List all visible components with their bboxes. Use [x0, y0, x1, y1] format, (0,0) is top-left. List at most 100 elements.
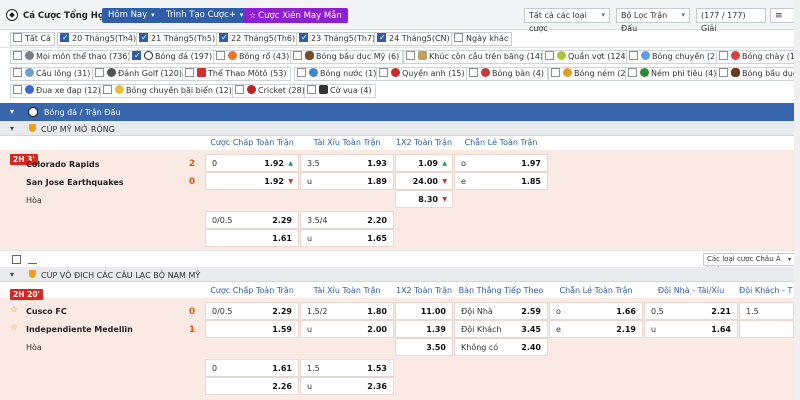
top-header: Cá Cược Tổng Hợp Hôm Nay ▾ Trình Tạo Cược… [0, 0, 800, 33]
date-chip-21[interactable]: 21 Tháng5(Th5) [136, 32, 220, 46]
checkbox-checked-icon [139, 32, 148, 44]
date-chip-all[interactable]: Tất Cả [10, 32, 55, 46]
odds-cell[interactable]: 0.5 2.21 [644, 302, 738, 320]
grid-view-icon[interactable] [12, 255, 21, 264]
odds-cell[interactable]: 3.5 1.93 [300, 154, 394, 172]
golf-icon [107, 68, 116, 77]
sport-chip-rugby[interactable]: Bóng bầu dục (2) [716, 67, 800, 81]
odds-cell[interactable]: Đội Nhà 2.59 [454, 302, 548, 320]
checkbox-icon [628, 68, 637, 77]
sport-chip-cricket[interactable]: Cricket (28) [232, 84, 309, 98]
checkbox-icon [185, 68, 194, 77]
odds-cell[interactable] [739, 320, 794, 338]
sport-chip-boxing[interactable]: Quyền anh (15) [376, 67, 469, 81]
beach-volleyball-icon [115, 85, 124, 94]
sport-chip-table-tennis[interactable]: Bóng bàn (4) [466, 67, 548, 81]
odds-cell[interactable]: 1.59 [205, 320, 299, 338]
vertical-scrollbar[interactable] [794, 0, 800, 400]
odds-cell[interactable]: u 1.89 [300, 172, 394, 190]
odds-cell[interactable]: o 1.66 [549, 302, 643, 320]
odds-cell[interactable]: u 2.00 [300, 320, 394, 338]
sport-chip-all[interactable]: Mọi môn thể thao (736) [10, 50, 135, 64]
sport-chip-baseball[interactable]: Bóng chày (16) [716, 50, 800, 64]
odds-cell[interactable]: 1.92 ▼ [205, 172, 299, 190]
odds-up-icon: ▲ [442, 160, 447, 167]
tab-bet-builder[interactable]: Trình Tạo Cược+ ▾ [160, 8, 250, 23]
odds-cell[interactable]: 2.26 [205, 377, 299, 395]
odds-cell[interactable]: 8.30 ▼ [395, 190, 453, 208]
sport-filter-row: Đua xe đạp (12) Bóng chuyền bãi biển (12… [0, 83, 800, 100]
league-header[interactable]: ▾ CÚP VÔ ĐỊCH CÁC CÂU LẠC BỘ NAM MỸ [0, 267, 800, 282]
odds-cell[interactable]: 3.50 [395, 338, 453, 356]
odds-cell[interactable]: 0 1.92 ▲ [205, 154, 299, 172]
tab-today[interactable]: Hôm Nay ▾ [102, 8, 161, 23]
market-type-select[interactable]: Tất cả các loại cược ▾ [524, 8, 610, 33]
sport-chip-motorsport[interactable]: Thể Thao Môtô (53) [182, 67, 291, 81]
sport-chip-beach-volleyball[interactable]: Bóng chuyền bãi biển (12) [100, 84, 236, 98]
tab-lucky-parlay[interactable]: ☆ Cược Xiên May Mắn [243, 8, 348, 23]
checkbox-icon [379, 68, 388, 77]
league-header[interactable]: ▾ CÚP MỸ MỞ RỘNG [0, 121, 800, 136]
live-badge: 2H 20' [10, 289, 43, 300]
odds-cell[interactable]: 11.00 [395, 302, 453, 320]
match-row: 2H 20' ☆ Cusco FC ☆ Independiente Medell… [0, 289, 800, 400]
menu-button[interactable]: ≡ [770, 8, 796, 23]
sport-chip-darts[interactable]: Ném phi tiêu (4) [625, 67, 721, 81]
sport-chip-cycling[interactable]: Đua xe đạp (12) [10, 84, 105, 98]
collapse-icon[interactable]: ▾ [10, 124, 14, 133]
odds-cell[interactable]: 1.5 [739, 302, 794, 320]
odds-cell[interactable]: 0 1.61 [205, 359, 299, 377]
odds-cell[interactable]: 1.09 ▲ [395, 154, 453, 172]
odds-cell[interactable]: 0/0.5 2.29 [205, 211, 299, 229]
sport-chip-basketball[interactable]: Bóng rổ (43) [213, 50, 294, 64]
baseball-icon [731, 51, 740, 60]
table-tennis-icon [481, 68, 490, 77]
odds-cell[interactable]: u 1.64 [644, 320, 738, 338]
odds-cell[interactable]: Không có 2.40 [454, 338, 548, 356]
sport-chip-american-football[interactable]: Bóng bầu dục Mỹ (6) [290, 50, 404, 64]
checkbox-icon [216, 51, 225, 60]
section-header-soccer[interactable]: ▾ Bóng đá / Trận Đấu [0, 103, 800, 121]
date-chip-other[interactable]: Ngày khác [451, 32, 513, 46]
stats-icon[interactable] [28, 255, 37, 264]
league-count-select[interactable]: (177 / 177) Giải [696, 8, 766, 33]
favorite-star-icon[interactable]: ☆ [10, 323, 18, 333]
odds-cell[interactable]: o 1.97 [454, 154, 548, 172]
odds-cell[interactable]: 3.5/4 2.20 [300, 211, 394, 229]
collapse-icon[interactable]: ▾ [10, 270, 14, 279]
odds-cell[interactable]: 1.39 [395, 320, 453, 338]
odds-cell[interactable]: e 2.19 [549, 320, 643, 338]
draw-label: Hòa [26, 343, 42, 352]
odds-cell[interactable]: u 2.36 [300, 377, 394, 395]
home-score: 2 [188, 159, 196, 169]
collapse-icon[interactable]: ▾ [10, 107, 14, 116]
sport-chip-volleyball[interactable]: Bóng chuyền (2) [626, 50, 723, 64]
date-chip-24[interactable]: 24 Tháng5(CN) [374, 32, 454, 46]
favorite-star-icon[interactable]: ☆ [10, 305, 18, 315]
odds-cell[interactable]: u 1.65 [300, 229, 394, 247]
sport-chip-water-polo[interactable]: Bóng nước (1) [294, 67, 381, 81]
sport-chip-golf[interactable]: Đánh Golf (120) [92, 67, 186, 81]
odds-down-icon: ▼ [288, 178, 293, 185]
shuttlecock-icon [25, 68, 34, 77]
odds-cell[interactable]: 1.5 1.53 [300, 359, 394, 377]
odds-cell[interactable]: e 1.85 [454, 172, 548, 190]
soccer-ball-icon [28, 107, 38, 117]
column-header: Đội Nhà - Tài/Xỉu [644, 284, 738, 298]
asian-market-select[interactable]: Các loại cược Châu Á khác▾ [703, 253, 795, 274]
match-filter-select[interactable]: Bộ Lọc Trận Đấu ▾ [616, 8, 690, 33]
odds-cell[interactable]: 0/0.5 2.29 [205, 302, 299, 320]
odds-cell[interactable]: Đội Khách 3.45 [454, 320, 548, 338]
sport-chip-soccer[interactable]: Bóng đá (197) [129, 50, 217, 64]
sport-chip-tennis[interactable]: Quần vợt (124) [542, 50, 633, 64]
date-chip-20[interactable]: 20 Tháng5(Th4) [57, 32, 141, 46]
dartboard-icon [640, 68, 649, 77]
date-chip-22[interactable]: 22 Tháng5(Th6) [216, 32, 300, 46]
odds-cell[interactable]: 1.5/2 1.80 [300, 302, 394, 320]
odds-cell[interactable]: 1.61 [205, 229, 299, 247]
sport-chip-ice-hockey[interactable]: Khúc côn cầu trên băng (14) [403, 50, 548, 64]
date-chip-23[interactable]: 23 Tháng5(Th7) [296, 32, 380, 46]
sport-chip-chess[interactable]: Cờ vua (4) [304, 84, 376, 98]
odds-cell[interactable]: 24.00 ▼ [395, 172, 453, 190]
sport-chip-badminton[interactable]: Cầu lông (31) [10, 67, 95, 81]
